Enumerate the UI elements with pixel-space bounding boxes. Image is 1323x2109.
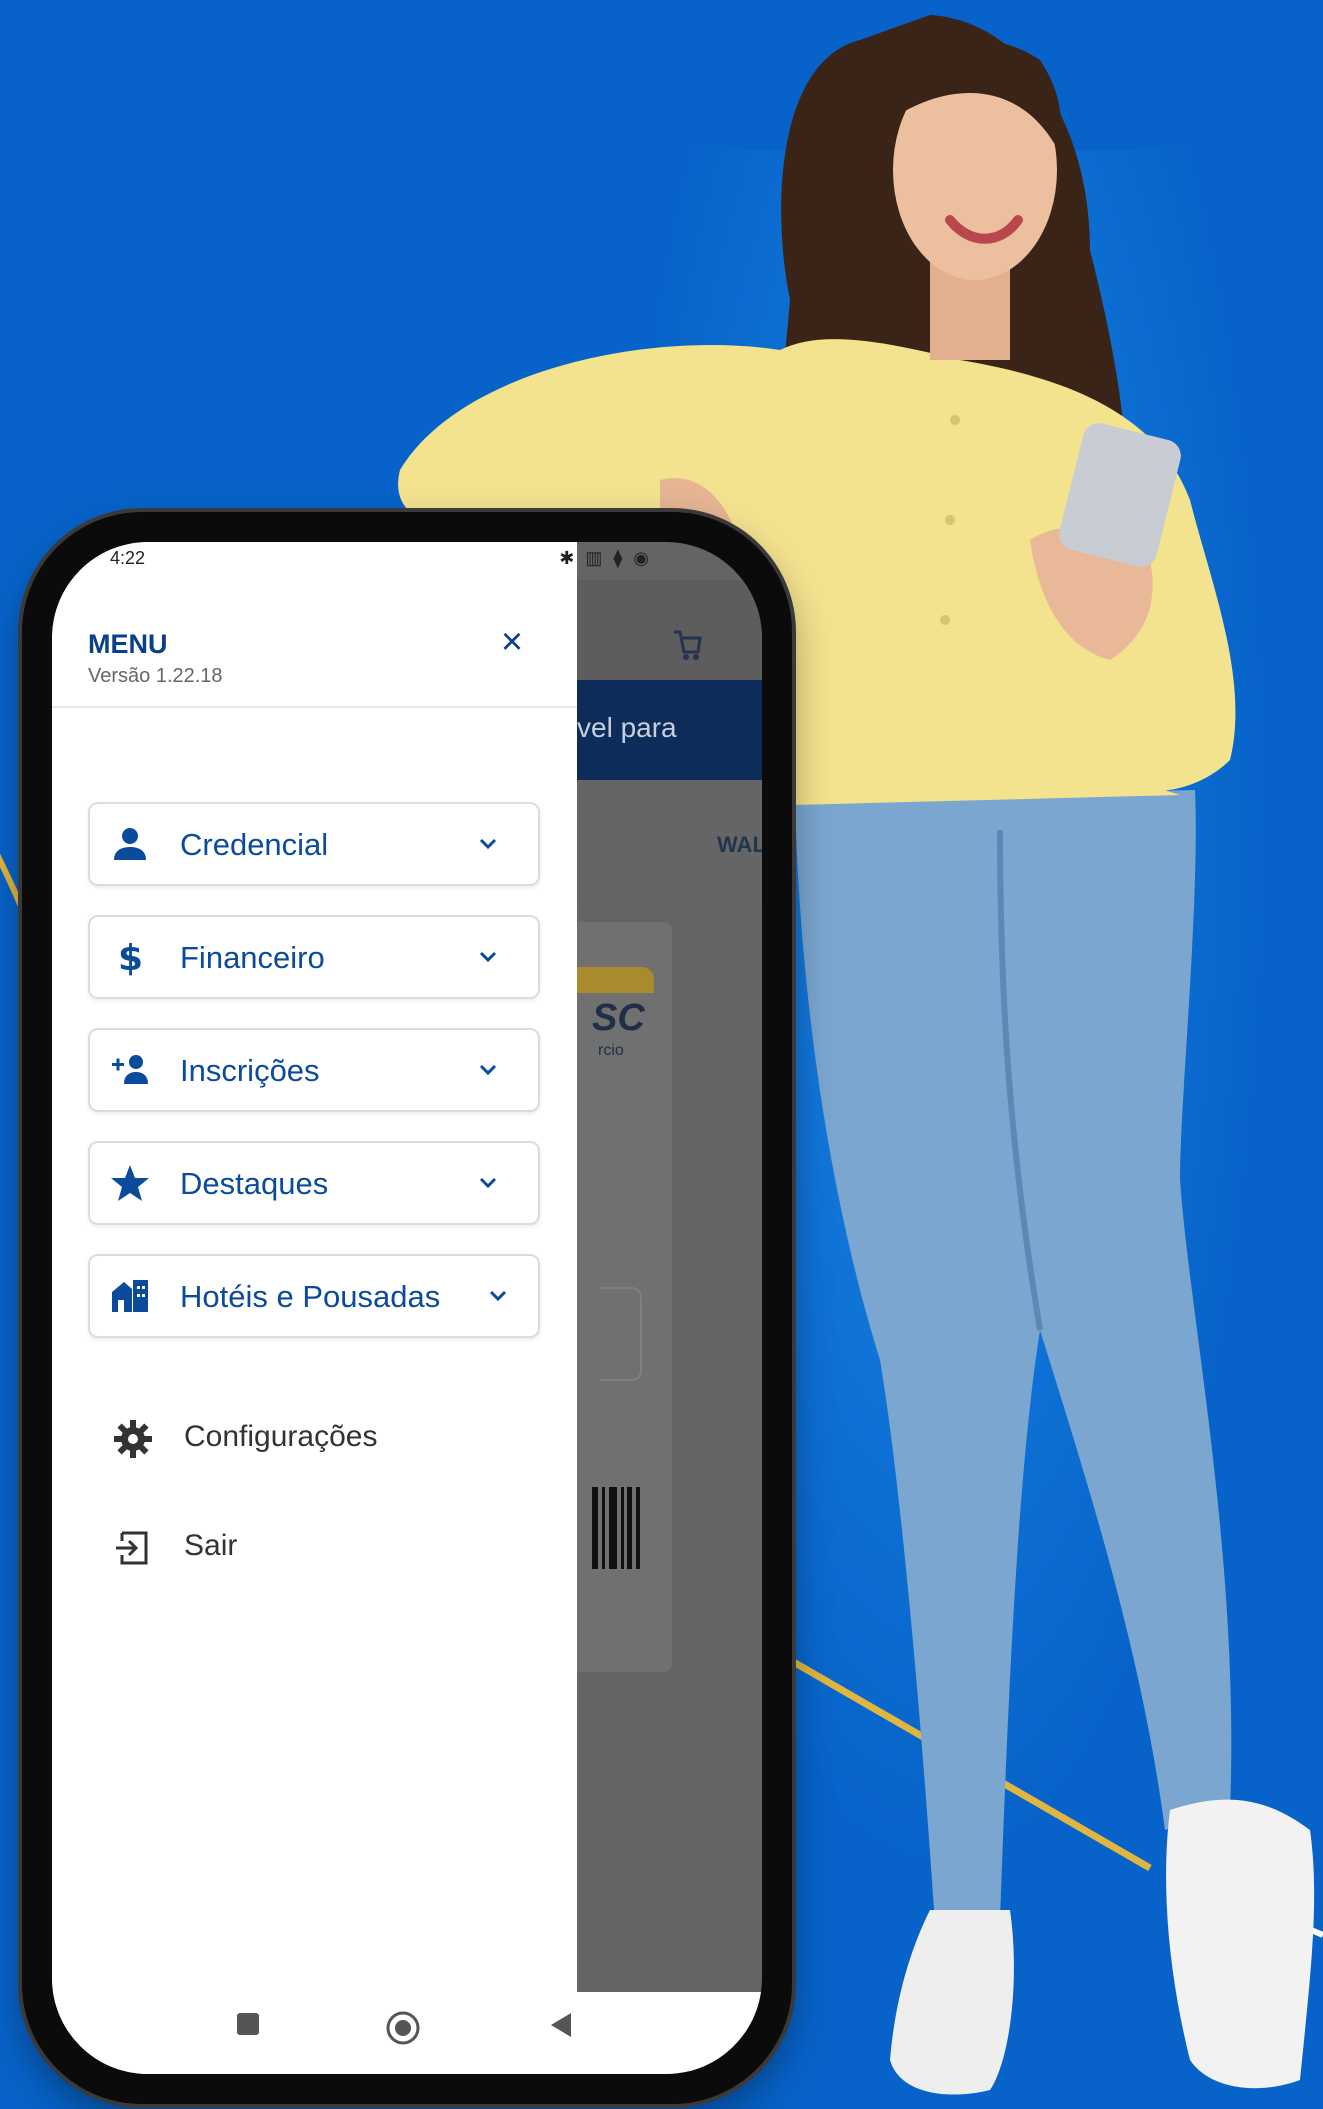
person-icon: [114, 828, 146, 860]
chevron-down-icon: [479, 951, 497, 963]
settings-label: Configurações: [184, 1420, 378, 1453]
app-banner-text: vel para: [577, 712, 677, 743]
hotel-icon: [112, 1280, 148, 1312]
svg-text:$: $: [118, 938, 143, 977]
android-nav-bar: [52, 1992, 762, 2074]
card-logo-bar: [572, 967, 654, 993]
card-logo: SC: [592, 997, 645, 1039]
menu-item-label: Financeiro: [180, 940, 325, 975]
card-field: [600, 1287, 642, 1381]
menu-item-hoteis[interactable]: Hotéis e Pousadas: [88, 1254, 540, 1338]
cart-icon: [674, 630, 702, 660]
menu-item-label: Credencial: [180, 827, 329, 862]
logout-label: Sair: [184, 1529, 238, 1562]
phone-screen: vel para WAL SC rcio 4:22 MENU Versão 1.…: [52, 542, 762, 2074]
tab-wallet[interactable]: WAL: [717, 832, 762, 858]
logout-item[interactable]: Sair: [112, 1521, 512, 1571]
menu-item-inscricoes[interactable]: Inscrições: [88, 1028, 540, 1112]
close-icon[interactable]: ×: [492, 621, 532, 663]
phone-frame: vel para WAL SC rcio 4:22 MENU Versão 1.…: [22, 512, 792, 2104]
add-person-icon: [112, 1055, 148, 1084]
menu-item-label: Hotéis e Pousadas: [180, 1279, 441, 1314]
chevron-down-icon: [479, 1177, 497, 1189]
app-header: [577, 580, 762, 680]
dollar-icon: $: [118, 938, 143, 977]
star-icon: [111, 1165, 149, 1201]
app-banner: vel para: [577, 680, 762, 780]
menu-item-label: Inscrições: [180, 1053, 320, 1088]
menu-item-credencial[interactable]: Credencial: [88, 802, 540, 886]
back-button[interactable]: [547, 2010, 575, 2040]
menu-title: MENU: [88, 629, 168, 659]
logout-icon: [116, 1531, 148, 1565]
recents-button[interactable]: [234, 2010, 262, 2038]
menu-item-destaques[interactable]: Destaques: [88, 1141, 540, 1225]
menu-item-label: Destaques: [180, 1166, 329, 1201]
status-bar: 4:22: [52, 542, 762, 576]
chevron-down-icon: [479, 1064, 497, 1076]
status-time: 4:22: [110, 548, 146, 568]
card-logo-subtitle: rcio: [598, 1042, 624, 1059]
settings-item[interactable]: Configurações: [112, 1412, 512, 1462]
app-version: Versão 1.22.18: [88, 665, 223, 687]
navigation-drawer: 4:22 MENU Versão 1.22.18 × Credencial $ …: [52, 542, 577, 2074]
menu-item-financeiro[interactable]: $ Financeiro: [88, 915, 540, 999]
home-button[interactable]: [385, 2010, 421, 2046]
gear-icon: [114, 1420, 152, 1458]
chevron-down-icon: [489, 1290, 507, 1302]
barcode-icon: [592, 1487, 640, 1569]
chevron-down-icon: [479, 838, 497, 850]
